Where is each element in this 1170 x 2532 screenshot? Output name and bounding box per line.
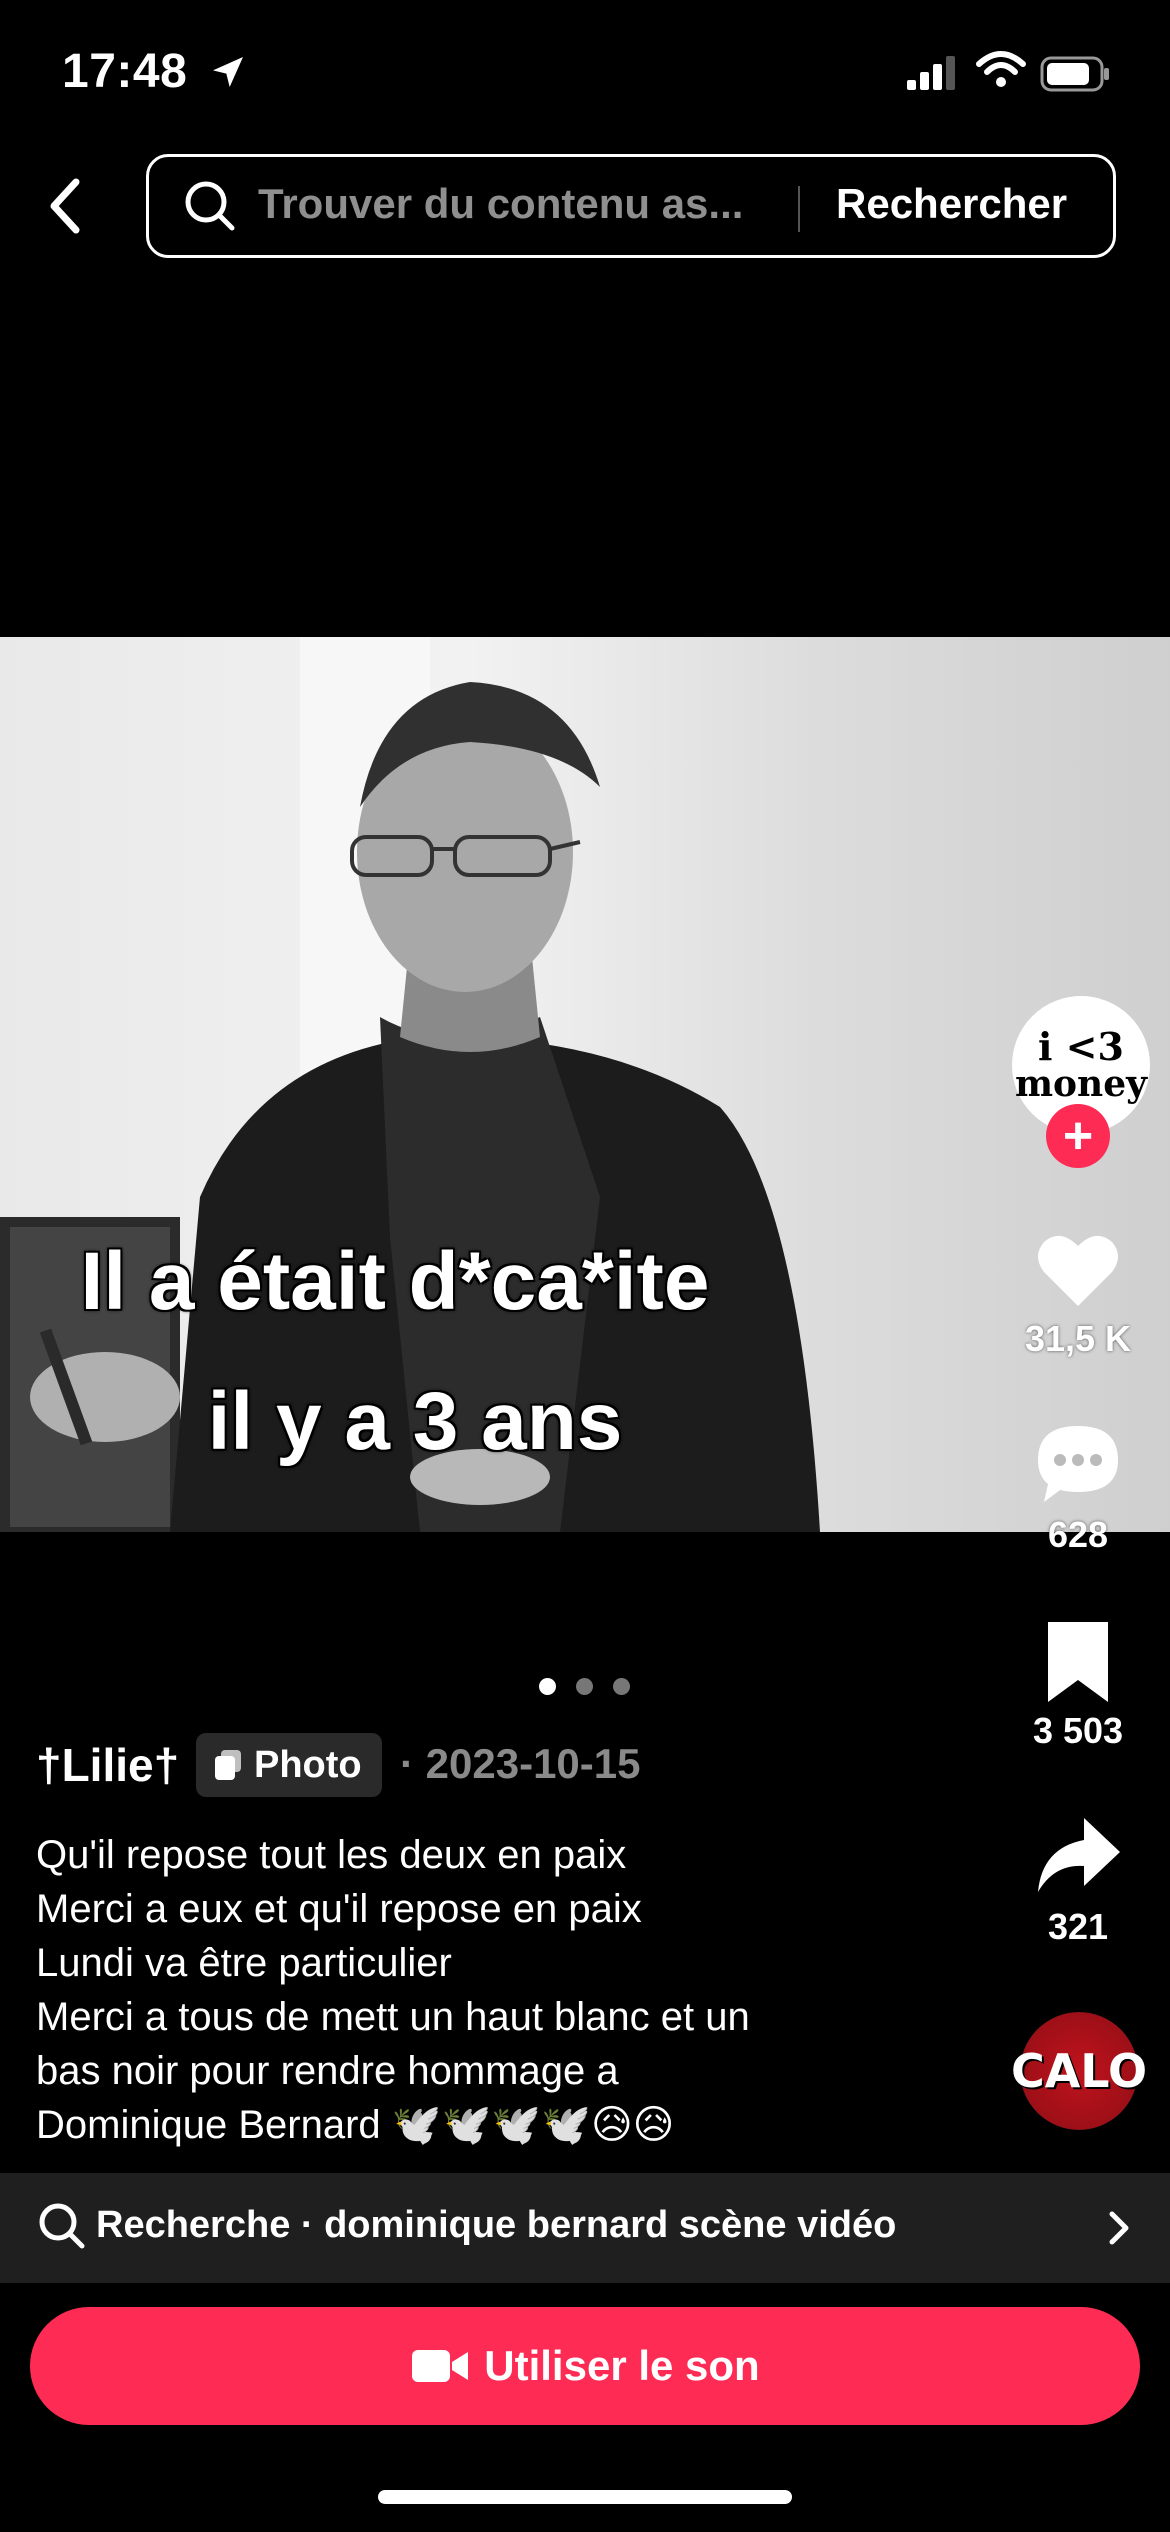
video-camera-icon [412,2350,469,2382]
like-count: 31,5 K [1024,1318,1132,1359]
avatar-text-line-1: i <3 [1038,1024,1124,1069]
back-arrow-icon[interactable] [44,176,88,236]
status-time: 17:48 [62,45,188,98]
description-line: Qu'il repose tout les deux en paix [36,1833,627,1877]
photo-caption-line-2: il y a 3 ans [207,1376,623,1467]
follow-plus-button[interactable]: + [1046,1104,1110,1168]
wifi-icon [976,51,1026,87]
bookmark-icon[interactable] [1034,1618,1122,1706]
photo-caption-line-1: Il a était d*ca*ite [80,1236,710,1327]
cellular-signal-icon [907,56,955,90]
post-date: · 2023-10-15 [400,1740,641,1787]
music-disc[interactable]: CALO [1011,2012,1147,2130]
comment-count: 628 [1047,1514,1109,1555]
home-indicator[interactable] [378,2490,792,2504]
search-icon [185,181,235,231]
share-arrow-icon[interactable] [1034,1812,1122,1900]
battery-icon [1040,56,1109,92]
search-placeholder[interactable]: Trouver du contenu as... [258,180,743,228]
description-line: Merci a tous de mett un haut blanc et un [36,1995,750,2039]
chevron-right-icon[interactable] [1104,2208,1134,2248]
description-line: Lundi va être particulier [36,1941,452,1985]
description-line: bas noir pour rendre hommage a [36,2049,619,2093]
use-sound-button[interactable]: Utiliser le son [30,2307,1140,2425]
related-search-text[interactable]: Recherche · dominique bernard scène vidé… [96,2204,896,2247]
photo-badge-label: Photo [254,1743,362,1786]
music-disc-text: CALO [1010,2044,1148,2098]
photo-stack-icon [215,1750,241,1780]
avatar-text-line-2: money [1014,1063,1148,1105]
description-line: Dominique Bernard 🕊️🕊️🕊️🕊️😥😥 [36,2103,675,2147]
use-sound-label: Utiliser le son [484,2342,760,2389]
search-submit-button[interactable]: Rechercher [836,180,1067,228]
save-count: 3 503 [1032,1710,1124,1751]
carousel-dot-2[interactable] [576,1678,593,1695]
heart-icon[interactable] [1034,1226,1122,1314]
location-arrow-icon [213,57,243,87]
search-divider [798,186,800,232]
post-description[interactable]: Qu'il repose tout les deux en paix Merci… [36,1828,936,2152]
author-name[interactable]: †Lilie† [36,1738,179,1792]
photo-badge: Photo [196,1733,382,1797]
description-line: Merci a eux et qu'il repose en paix [36,1887,642,1931]
related-search-icon [39,2203,85,2249]
share-count: 321 [1047,1906,1109,1947]
comment-icon[interactable] [1034,1420,1122,1508]
carousel-dot-1[interactable] [539,1678,556,1695]
carousel-dot-3[interactable] [613,1678,630,1695]
